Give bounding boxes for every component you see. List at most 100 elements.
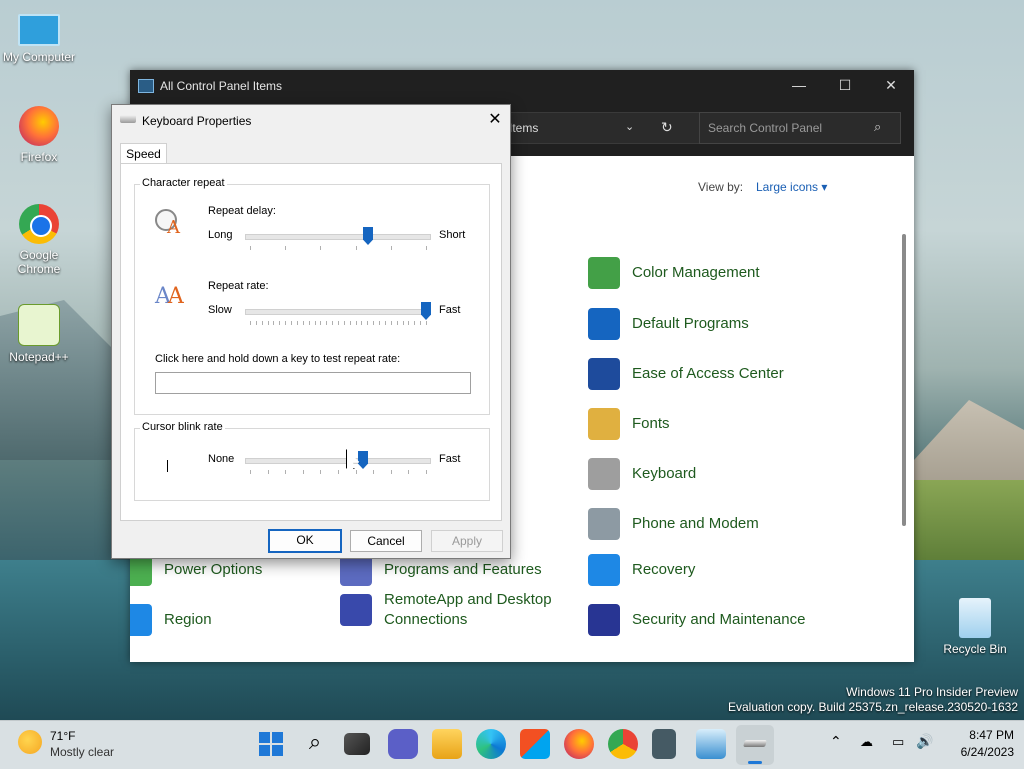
repeat-rate-slider[interactable] [245,302,431,335]
cancel-button[interactable]: Cancel [350,530,422,552]
fonts-icon [588,408,620,440]
slider-tick [315,321,316,325]
chevron-up-icon[interactable]: ⌃ [830,733,842,750]
cp-item-label: Default Programs [632,315,749,332]
maximize-button[interactable]: ☐ [822,70,868,102]
view-by-dropdown[interactable]: Large icons ▾ [756,180,827,194]
task-view-icon[interactable] [344,733,370,755]
cp-item-label: Security and Maintenance [632,611,806,628]
store-icon[interactable] [520,729,550,759]
chat-icon[interactable] [388,729,418,759]
volume-icon[interactable]: 🔊 [916,733,933,750]
cp-item-label: Power Options [164,561,263,578]
recycle-bin-icon [959,598,991,638]
cp-item-label: Color Management [632,264,760,281]
slider-track[interactable] [245,458,431,464]
desktop-icon-recycle-bin[interactable]: Recycle Bin [937,598,1013,656]
minimize-button[interactable]: — [776,70,822,102]
slider-tick [414,321,415,325]
watermark-build: Evaluation copy. Build 25375.zn_release.… [728,700,1018,714]
repeat-delay-max-label: Short [439,229,466,241]
cp-item-recovery[interactable]: Recovery [588,550,838,590]
slider-tick [397,321,398,325]
cp-item-security-and-maintenance[interactable]: Security and Maintenance [588,600,838,640]
control-panel-taskbar-icon[interactable] [696,729,726,759]
slider-tick [338,470,339,474]
dialog-close-button[interactable]: ✕ [480,107,510,133]
weather-description[interactable]: Mostly clear [50,745,114,759]
slider-thumb[interactable] [358,451,368,469]
cp-item-remoteapp[interactable]: RemoteApp and Desktop Connections [340,590,590,630]
slider-tick [320,246,321,250]
cp-item-color-management[interactable]: Color Management [588,253,838,293]
chrome-icon [19,204,59,244]
calculator-icon[interactable] [652,729,676,759]
cp-item-default-programs[interactable]: Default Programs [588,304,838,344]
ok-button[interactable]: OK [268,529,342,553]
cp-item-label: Fonts [632,415,670,432]
cp-item-label: Keyboard [632,465,697,482]
apply-button[interactable]: Apply [431,530,503,552]
slider-tick [367,321,368,325]
control-panel-titlebar[interactable]: All Control Panel Items — ☐ ✕ [130,70,914,102]
chevron-down-icon[interactable]: ⌄ [625,120,634,133]
slider-track[interactable] [245,234,431,240]
slider-tick [385,321,386,325]
desktop-icon-my-computer[interactable]: My Computer [1,10,77,64]
weather-temperature[interactable]: 71°F [50,729,75,743]
control-panel-app-icon [138,79,154,93]
cp-item-fonts[interactable]: Fonts [588,404,838,444]
keyboard-icon [588,458,620,490]
tab-speed[interactable]: Speed [120,143,167,164]
taskbar: 71°F Mostly clear ⌕ ⌃ ☁ ▭ 🔊 8:47 PM 6/24… [0,720,1024,769]
start-button[interactable] [256,729,286,759]
desktop-icon-label: My Computer [2,50,76,64]
cp-item-region[interactable]: Region [130,600,370,640]
cp-item-keyboard[interactable]: Keyboard [588,454,838,494]
cp-item-phone-and-modem[interactable]: Phone and Modem [588,504,838,544]
address-bar[interactable]: Items ⌄ ↻ [500,112,702,144]
keyboard-taskbar-button[interactable] [736,725,774,765]
slider-thumb[interactable] [363,227,373,245]
refresh-icon[interactable]: ↻ [661,119,673,136]
close-button[interactable]: ✕ [868,70,914,102]
search-taskbar-icon[interactable]: ⌕ [300,729,330,759]
edge-icon[interactable] [476,729,506,759]
repeat-delay-slider[interactable] [245,227,431,260]
weather-moon-icon[interactable] [18,730,42,754]
cursor-blink-slider[interactable] [245,451,431,484]
chrome-taskbar-icon[interactable] [608,729,638,759]
watermark-edition: Windows 11 Pro Insider Preview [846,685,1018,699]
address-bar-text: Items [509,121,539,135]
cloud-offline-icon[interactable]: ☁ [860,734,873,750]
slider-tick [285,246,286,250]
slider-tick [408,470,409,474]
slider-tick [356,321,357,325]
file-explorer-icon[interactable] [432,729,462,759]
slider-thumb[interactable] [421,302,431,320]
test-repeat-input[interactable] [155,372,471,394]
slider-tick [391,470,392,474]
cp-item-label: RemoteApp and Desktop Connections [384,591,552,628]
cursor-blink-label: Cursor blink rate [140,421,225,433]
slider-tick [250,321,251,325]
slider-track[interactable] [245,309,431,315]
desktop-icon-google-chrome[interactable]: Google Chrome [1,204,77,276]
search-input[interactable]: Search Control Panel ⌕ [699,112,901,144]
slider-tick [350,321,351,325]
slider-tick [268,321,269,325]
slider-tick [256,321,257,325]
slider-tick [338,321,339,325]
desktop-icon-label: Notepad++ [9,350,69,364]
clock-time[interactable]: 8:47 PM [948,728,1014,742]
cp-item-ease-of-access-center[interactable]: Ease of Access Center [588,354,838,394]
search-icon[interactable]: ⌕ [874,119,881,135]
desktop-icon-firefox[interactable]: Firefox [1,106,77,164]
desktop-icon-notepad-plus-plus[interactable]: Notepad++ [1,304,77,364]
clock-date[interactable]: 6/24/2023 [948,745,1014,759]
network-icon[interactable]: ▭ [892,734,904,750]
scrollbar[interactable] [902,234,906,526]
slider-tick [285,321,286,325]
firefox-taskbar-icon[interactable] [564,729,594,759]
cursor-blink-min-label: None [208,453,235,465]
